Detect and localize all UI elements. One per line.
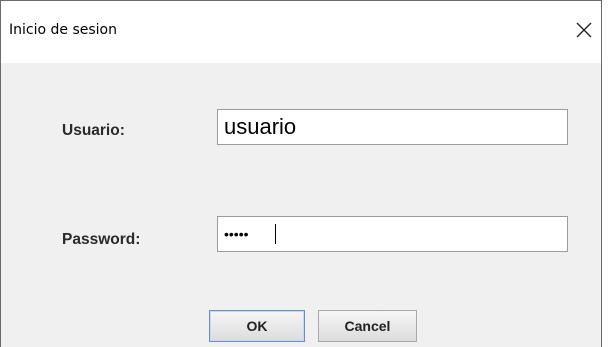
username-label: Usuario: <box>62 122 125 139</box>
ok-button[interactable]: OK <box>209 310 305 342</box>
window-title: Inicio de sesion <box>9 22 117 38</box>
cancel-button[interactable]: Cancel <box>318 310 417 342</box>
dialog-content: Usuario: Password: OK Cancel <box>1 63 601 347</box>
login-dialog: Inicio de sesion Usuario: Password: OK C… <box>0 0 602 347</box>
password-field[interactable] <box>217 216 568 252</box>
close-icon <box>576 22 592 38</box>
username-field[interactable] <box>217 109 568 145</box>
close-button[interactable] <box>573 19 595 41</box>
password-label: Password: <box>62 231 141 248</box>
title-bar: Inicio de sesion <box>1 1 601 63</box>
text-caret <box>275 224 276 244</box>
